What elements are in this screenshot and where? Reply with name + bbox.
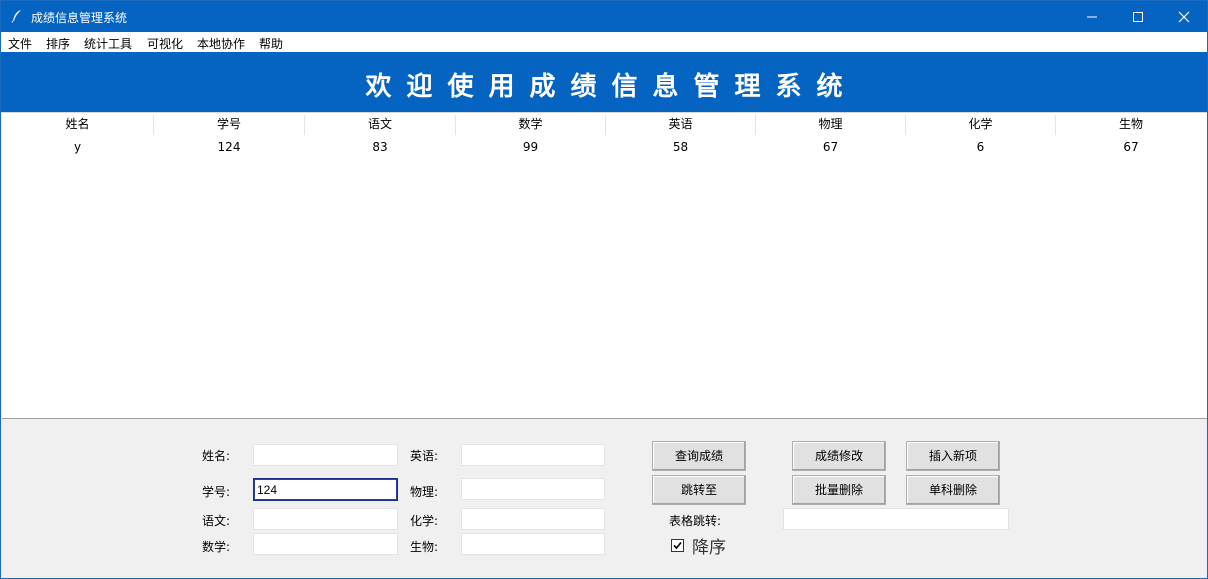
modify-scores-button[interactable]: 成绩修改 — [792, 441, 886, 471]
math-input[interactable] — [253, 533, 398, 555]
menu-sort[interactable]: 排序 — [46, 35, 70, 52]
maximize-button[interactable] — [1115, 1, 1161, 32]
physics-input[interactable] — [461, 478, 605, 500]
id-input[interactable] — [253, 478, 398, 501]
table-jump-input[interactable] — [783, 508, 1009, 530]
menu-visualize[interactable]: 可视化 — [147, 35, 183, 52]
score-table[interactable]: 姓名 学号 语文 数学 英语 物理 化学 生物 y 124 83 99 58 6… — [2, 112, 1207, 419]
banner-title: 欢迎使用成绩信息管理系统 — [365, 72, 858, 102]
name-input[interactable] — [253, 444, 398, 466]
close-icon — [1178, 11, 1190, 23]
jump-to-button[interactable]: 跳转至 — [652, 475, 746, 505]
biology-label: 生物: — [410, 540, 439, 554]
query-scores-button[interactable]: 查询成绩 — [652, 441, 746, 471]
column-header-biology[interactable]: 生物 — [1056, 113, 1206, 136]
cell-physics: 67 — [822, 140, 839, 154]
minimize-button[interactable] — [1069, 1, 1115, 32]
descending-checkbox[interactable] — [671, 539, 684, 552]
cell-chinese: 83 — [372, 140, 388, 154]
name-label: 姓名: — [202, 449, 231, 463]
chemistry-label: 化学: — [410, 514, 439, 528]
id-label: 学号: — [202, 485, 231, 499]
edit-form: 姓名: 学号: 语文: 数学: 英语: 物理: 化学: 生物: 查询成绩 跳转至… — [2, 420, 1207, 578]
chinese-label: 语文: — [202, 514, 231, 528]
cell-english: 58 — [672, 140, 689, 154]
physics-label: 物理: — [410, 485, 439, 499]
table-jump-label: 表格跳转: — [669, 514, 722, 528]
column-header-name[interactable]: 姓名 — [2, 113, 153, 136]
column-header-physics[interactable]: 物理 — [756, 113, 905, 136]
cell-chemistry: 6 — [976, 140, 985, 154]
cell-math: 99 — [522, 140, 539, 154]
minimize-icon — [1087, 16, 1097, 18]
menu-statistics[interactable]: 统计工具 — [84, 35, 132, 52]
column-header-chinese[interactable]: 语文 — [305, 113, 455, 136]
menu-bar: 文件 排序 统计工具 可视化 本地协作 帮助 — [1, 32, 1207, 52]
cell-id: 124 — [217, 140, 241, 154]
math-label: 数学: — [202, 540, 231, 554]
menu-collaborate[interactable]: 本地协作 — [197, 35, 245, 52]
column-header-id[interactable]: 学号 — [154, 113, 304, 136]
menu-help[interactable]: 帮助 — [259, 35, 283, 52]
biology-input[interactable] — [461, 533, 605, 555]
maximize-icon — [1133, 12, 1143, 22]
cell-name: y — [73, 140, 82, 154]
column-header-english[interactable]: 英语 — [606, 113, 755, 136]
close-button[interactable] — [1161, 1, 1207, 32]
window-title: 成绩信息管理系统 — [31, 11, 128, 25]
welcome-banner: 欢迎使用成绩信息管理系统 — [1, 52, 1207, 112]
checkmark-icon — [673, 541, 682, 550]
title-bar[interactable]: 成绩信息管理系统 — [1, 1, 1207, 32]
batch-delete-button[interactable]: 批量删除 — [792, 475, 886, 505]
menu-file[interactable]: 文件 — [8, 35, 32, 52]
column-header-math[interactable]: 数学 — [456, 113, 605, 136]
english-label: 英语: — [410, 449, 439, 463]
english-input[interactable] — [461, 444, 605, 466]
feather-icon — [11, 9, 23, 23]
chinese-input[interactable] — [253, 508, 398, 530]
app-window: 成绩信息管理系统 文件 排序 统计工具 可视化 本地协作 帮助 欢迎使用成绩信息… — [0, 0, 1208, 579]
column-header-chemistry[interactable]: 化学 — [906, 113, 1055, 136]
descending-label[interactable]: 降序 — [692, 533, 726, 558]
chemistry-input[interactable] — [461, 508, 605, 530]
cell-biology: 67 — [1123, 140, 1139, 154]
insert-item-button[interactable]: 插入新项 — [906, 441, 1000, 471]
single-delete-button[interactable]: 单科删除 — [906, 475, 1000, 505]
